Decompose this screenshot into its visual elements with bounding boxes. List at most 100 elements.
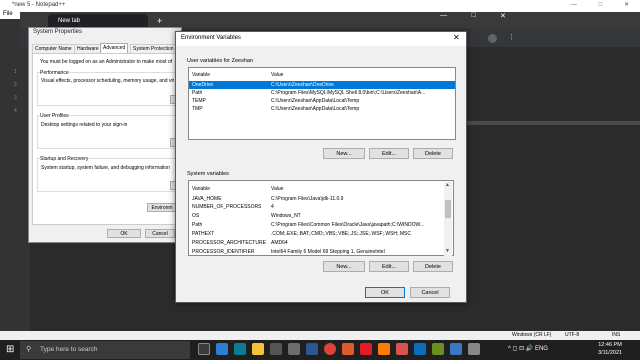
list-item[interactable]: TMP C:\Users\Zeeshan\AppData\Local\Temp: [189, 105, 455, 113]
variable-value: C:\Program Files\Common Files\Oracle\Jav…: [271, 222, 425, 228]
browser-tab[interactable]: New tab: [48, 14, 148, 28]
user-profiles-group: [37, 115, 177, 149]
environment-variables-button[interactable]: Environm: [147, 203, 177, 212]
sysprops-ok-button[interactable]: OK: [107, 229, 141, 238]
user-edit-button[interactable]: Edit...: [369, 148, 409, 159]
startup-heading: Startup and Recovery: [40, 156, 89, 162]
scrollbar-thumb[interactable]: [445, 200, 451, 218]
system-variables-label: System variables: [187, 171, 229, 177]
env-ok-button[interactable]: OK: [365, 287, 405, 298]
app-icon[interactable]: [450, 343, 462, 355]
browser-menu-icon[interactable]: ⋮: [508, 33, 515, 41]
user-delete-button[interactable]: Delete: [413, 148, 453, 159]
startup-text: System startup, system failure, and debu…: [41, 165, 170, 171]
system-list-scrollbar[interactable]: [444, 182, 452, 256]
line-number: 2: [14, 82, 17, 88]
tab-advanced[interactable]: Advanced: [100, 43, 129, 53]
app-icon[interactable]: [468, 343, 480, 355]
list-item[interactable]: PROCESSOR_ARCHITECTURE AMD64: [189, 239, 453, 247]
variable-name: OneDrive: [192, 82, 214, 88]
eol-status: Windows (CR LF): [512, 332, 552, 338]
col-value-header[interactable]: Value: [271, 72, 283, 78]
variable-name: PATHEXT: [192, 231, 215, 237]
notepad-status-bar: Windows (CR LF) UTF-8 INS: [0, 331, 640, 340]
admin-note: You must be logged on as an Administrato…: [40, 59, 173, 65]
taskbar-search-input[interactable]: Type here to search: [20, 341, 190, 359]
profile-avatar-icon[interactable]: [488, 34, 497, 43]
maximize-icon[interactable]: □: [471, 12, 475, 22]
user-profiles-heading: User Profiles: [40, 113, 69, 119]
variable-name: Path: [192, 90, 203, 96]
tab-system-protection[interactable]: System Protection: [130, 44, 177, 53]
app-icon[interactable]: [360, 343, 372, 355]
tab-computer-name[interactable]: Computer Name: [32, 44, 75, 53]
variable-name: Path: [192, 222, 203, 228]
edge-icon[interactable]: [234, 343, 246, 355]
list-item[interactable]: PROCESSOR_IDENTIFIER Intel64 Family 6 Mo…: [189, 248, 453, 255]
startup-group: [37, 158, 177, 192]
list-item[interactable]: TEMP C:\Users\Zeeshan\AppData\Local\Temp: [189, 97, 455, 105]
variable-value: Windows_NT: [271, 213, 301, 219]
list-item[interactable]: OneDrive C:\Users\Zeeshan\OneDrive: [189, 81, 455, 89]
insert-mode-status: INS: [612, 332, 621, 338]
encoding-status: UTF-8: [565, 332, 580, 338]
minimize-icon[interactable]: —: [571, 0, 577, 10]
env-dialog-title: Environment Variables: [181, 35, 241, 41]
notepad-title-bar: *new 5 - Notepad++: [0, 0, 640, 10]
col-variable-header[interactable]: Variable: [192, 186, 210, 192]
browser-tab-label: New tab: [58, 18, 81, 24]
system-variables-list[interactable]: Variable Value JAVA_HOME C:\Program File…: [188, 180, 454, 256]
notepad-title: *new 5 - Notepad++: [12, 2, 66, 8]
col-value-header[interactable]: Value: [271, 186, 283, 192]
new-tab-button[interactable]: +: [157, 14, 162, 28]
close-icon[interactable]: ✕: [453, 33, 460, 42]
scroll-up-icon[interactable]: ▲: [445, 182, 450, 188]
sysprops-cancel-button[interactable]: Cancel: [145, 229, 175, 238]
col-variable-header[interactable]: Variable: [192, 72, 210, 78]
maximize-icon[interactable]: □: [599, 0, 603, 10]
variable-name: NUMBER_OF_PROCESSORS: [192, 204, 262, 210]
chrome-icon[interactable]: [324, 343, 336, 355]
user-variables-list[interactable]: Variable Value OneDrive C:\Users\Zeeshan…: [188, 67, 456, 140]
list-item[interactable]: OS Windows_NT: [189, 212, 453, 220]
edge-icon[interactable]: [216, 343, 228, 355]
app-icon[interactable]: [378, 343, 390, 355]
line-number: 1: [14, 69, 17, 75]
line-number: 4: [14, 108, 17, 114]
line-number-gutter: 1 2 3 4: [0, 19, 30, 331]
app-icon[interactable]: [432, 343, 444, 355]
system-edit-button[interactable]: Edit...: [369, 261, 409, 272]
app-icon[interactable]: [342, 343, 354, 355]
env-cancel-button[interactable]: Cancel: [410, 287, 450, 298]
word-icon[interactable]: [306, 343, 318, 355]
browser-window-controls: — □ ✕: [428, 12, 518, 22]
list-item[interactable]: PATHEXT .COM;.EXE;.BAT;.CMD;.VBS;.VBE;.J…: [189, 230, 453, 238]
close-icon[interactable]: ✕: [500, 12, 506, 22]
system-delete-button[interactable]: Delete: [413, 261, 453, 272]
system-new-button[interactable]: New...: [323, 261, 365, 272]
system-properties-title: System Properties: [33, 29, 83, 35]
menu-file[interactable]: File: [3, 11, 13, 17]
performance-text: Visual effects, processor scheduling, me…: [41, 78, 175, 84]
minimize-icon[interactable]: —: [440, 12, 447, 22]
clock-time: 12:46 PM: [598, 342, 622, 348]
user-new-button[interactable]: New...: [323, 148, 365, 159]
file-explorer-icon[interactable]: [252, 343, 264, 355]
scroll-down-icon[interactable]: ▼: [445, 248, 450, 254]
system-tray[interactable]: ^ ◻ ⊡ 🔊 ENG: [508, 345, 548, 352]
app-icon[interactable]: [396, 343, 408, 355]
store-icon[interactable]: [270, 343, 282, 355]
mail-icon[interactable]: [288, 343, 300, 355]
app-icon[interactable]: [414, 343, 426, 355]
list-item[interactable]: Path C:\Program Files\Common Files\Oracl…: [189, 221, 453, 229]
variable-value: Intel64 Family 6 Model 69 Stepping 1, Ge…: [271, 249, 385, 255]
variable-name: TMP: [192, 106, 203, 112]
task-view-icon[interactable]: [198, 343, 210, 355]
list-item[interactable]: JAVA_HOME C:\Program Files\Java\jdk-11.0…: [189, 195, 453, 203]
taskbar-clock[interactable]: 12:46 PM 3/11/2021: [598, 341, 622, 357]
list-item[interactable]: Path C:\Program Files\MySQL\MySQL Shell …: [189, 89, 455, 97]
close-icon[interactable]: ✕: [624, 0, 629, 10]
windows-start-icon[interactable]: ⊞: [6, 344, 14, 356]
list-item[interactable]: NUMBER_OF_PROCESSORS 4: [189, 203, 453, 211]
tab-hardware[interactable]: Hardware: [74, 44, 102, 53]
